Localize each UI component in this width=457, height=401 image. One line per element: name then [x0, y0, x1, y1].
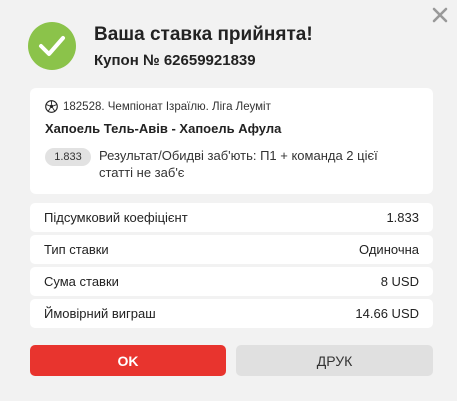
bet-event-card: 182528. Чемпіонат Ізраїлю. Ліга Леуміт Х…: [30, 88, 433, 194]
soccer-ball-icon: [45, 100, 58, 113]
bet-summary: Підсумковий коефіцієнт 1.833 Тип ставки …: [30, 203, 433, 331]
summary-value: 14.66 USD: [355, 306, 419, 321]
summary-row-total-odds: Підсумковий коефіцієнт 1.833: [30, 203, 433, 232]
summary-row-bet-type: Тип ставки Одиночна: [30, 235, 433, 264]
print-button[interactable]: ДРУК: [236, 345, 433, 376]
summary-label: Ймовірний виграш: [44, 306, 156, 321]
odds-badge: 1.833: [45, 148, 91, 166]
summary-label: Підсумковий коефіцієнт: [44, 210, 188, 225]
close-icon[interactable]: [431, 6, 449, 24]
coupon-number: Купон № 62659921839: [94, 52, 256, 69]
success-checkmark-icon: [28, 22, 76, 70]
summary-value: Одиночна: [359, 242, 419, 257]
summary-row-stake: Сума ставки 8 USD: [30, 267, 433, 296]
bet-accepted-dialog: Ваша ставка прийнята! Купон № 6265992183…: [0, 0, 457, 401]
match-teams: Хапоель Тель-Авів - Хапоель Афула: [45, 121, 282, 136]
league-name: 182528. Чемпіонат Ізраїлю. Ліга Леуміт: [63, 100, 271, 113]
summary-value: 8 USD: [380, 274, 419, 289]
dialog-title: Ваша ставка прийнята!: [94, 24, 313, 45]
league-line: 182528. Чемпіонат Ізраїлю. Ліга Леуміт: [45, 100, 271, 113]
bet-outcome: Результат/Обидві заб'ють: П1 + команда 2…: [99, 148, 378, 180]
summary-label: Тип ставки: [44, 242, 109, 257]
summary-value: 1.833: [386, 210, 419, 225]
summary-row-possible-win: Ймовірний виграш 14.66 USD: [30, 299, 433, 328]
ok-button[interactable]: OK: [30, 345, 226, 376]
summary-label: Сума ставки: [44, 274, 119, 289]
